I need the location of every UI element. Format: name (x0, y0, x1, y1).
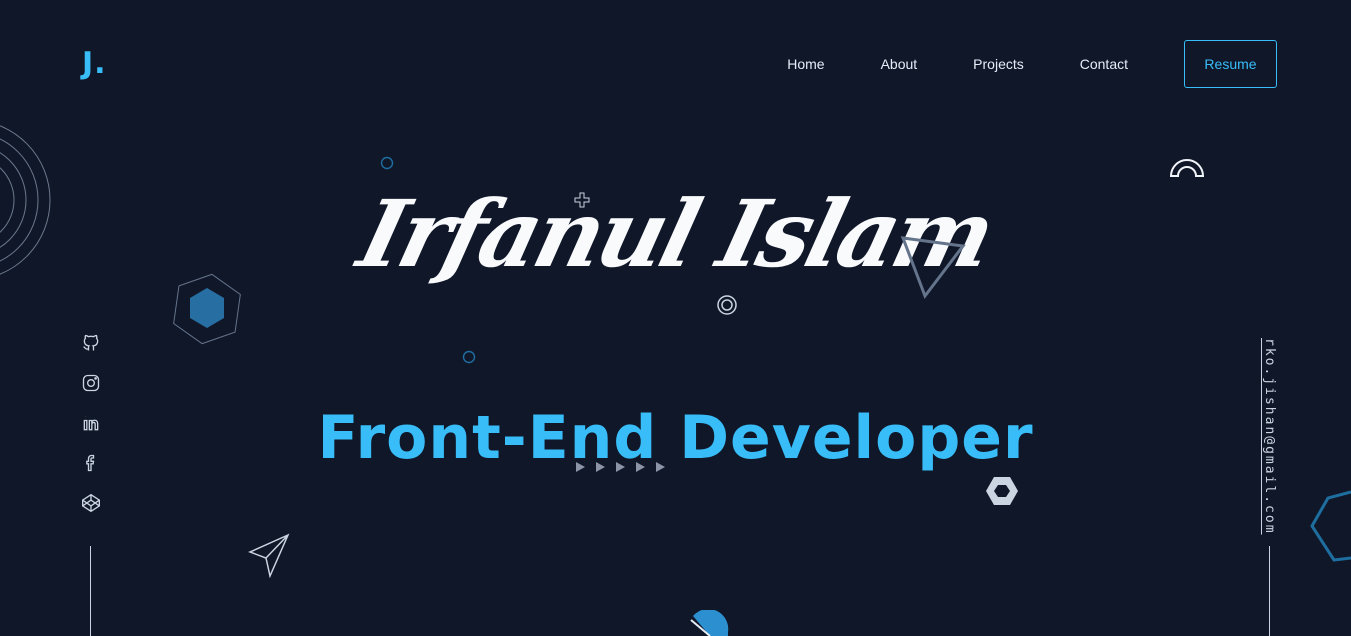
right-divider-line (1269, 546, 1270, 636)
logo[interactable]: J. (82, 46, 107, 81)
concentric-circles-decoration (0, 125, 51, 275)
arc-decoration (1169, 159, 1205, 177)
paper-plane-decoration (248, 533, 290, 578)
triangle-decoration (900, 236, 966, 300)
main-nav: Home About Projects Contact Resume (787, 40, 1277, 88)
hex-nut-decoration (986, 477, 1018, 505)
github-icon[interactable] (81, 333, 101, 353)
resume-button[interactable]: Resume (1184, 40, 1277, 88)
arrows-decoration (576, 462, 665, 472)
left-divider-line (90, 546, 91, 636)
half-circle-decoration (690, 610, 729, 636)
plus-decoration (574, 192, 590, 208)
hexagon-decoration (173, 273, 241, 345)
nav-home[interactable]: Home (787, 56, 824, 72)
nav-contact[interactable]: Contact (1080, 56, 1128, 72)
nav-about[interactable]: About (881, 56, 918, 72)
nav-projects[interactable]: Projects (973, 56, 1024, 72)
ring-decoration (717, 295, 737, 315)
small-circle-decoration (462, 350, 476, 364)
pentagon-decoration (1310, 490, 1351, 562)
hero-role: Front-End Developer (317, 403, 1034, 473)
codepen-icon[interactable] (81, 493, 101, 513)
instagram-icon[interactable] (81, 373, 101, 393)
small-circle-decoration (380, 156, 394, 170)
